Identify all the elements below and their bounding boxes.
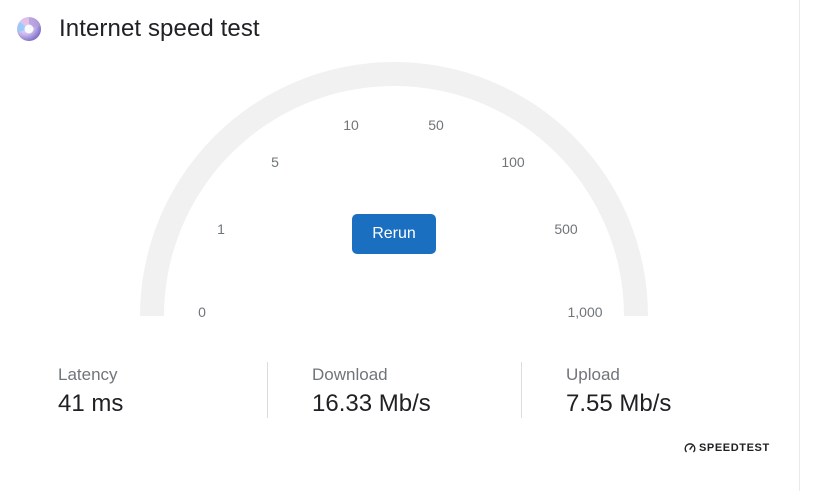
latency-label: Latency <box>58 365 118 384</box>
gauge-tick-500: 500 <box>554 221 578 237</box>
latency-stat: Latency 41 ms <box>58 364 123 419</box>
gauge-tick-0: 0 <box>198 304 206 320</box>
gauge-tick-5: 5 <box>271 154 279 170</box>
gauge-tick-100: 100 <box>501 154 525 170</box>
speed-test-card: Internet speed test 0 1 5 10 50 100 500 … <box>0 0 800 491</box>
rerun-button[interactable]: Rerun <box>352 214 436 254</box>
stat-divider <box>521 362 522 418</box>
speedtest-gauge-icon <box>684 443 696 453</box>
gauge-tick-50: 50 <box>428 117 444 133</box>
upload-value: 7.55 Mb/s <box>566 390 672 417</box>
gauge-tick-1: 1 <box>217 221 225 237</box>
download-label: Download <box>312 365 388 384</box>
download-value: 16.33 Mb/s <box>312 390 431 417</box>
download-stat: Download 16.33 Mb/s <box>312 364 431 419</box>
upload-label: Upload <box>566 365 620 384</box>
stat-divider <box>267 362 268 418</box>
gauge-tick-1000: 1,000 <box>567 304 603 320</box>
speedtest-brand-text: SPEEDTEST <box>699 442 770 454</box>
upload-stat: Upload 7.55 Mb/s <box>566 364 671 419</box>
gauge-tick-10: 10 <box>343 117 359 133</box>
speed-gauge <box>140 62 648 316</box>
latency-value: 41 ms <box>58 390 124 417</box>
gauge-track <box>140 62 648 316</box>
speedtest-brand-link[interactable]: SPEEDTEST <box>684 440 770 456</box>
